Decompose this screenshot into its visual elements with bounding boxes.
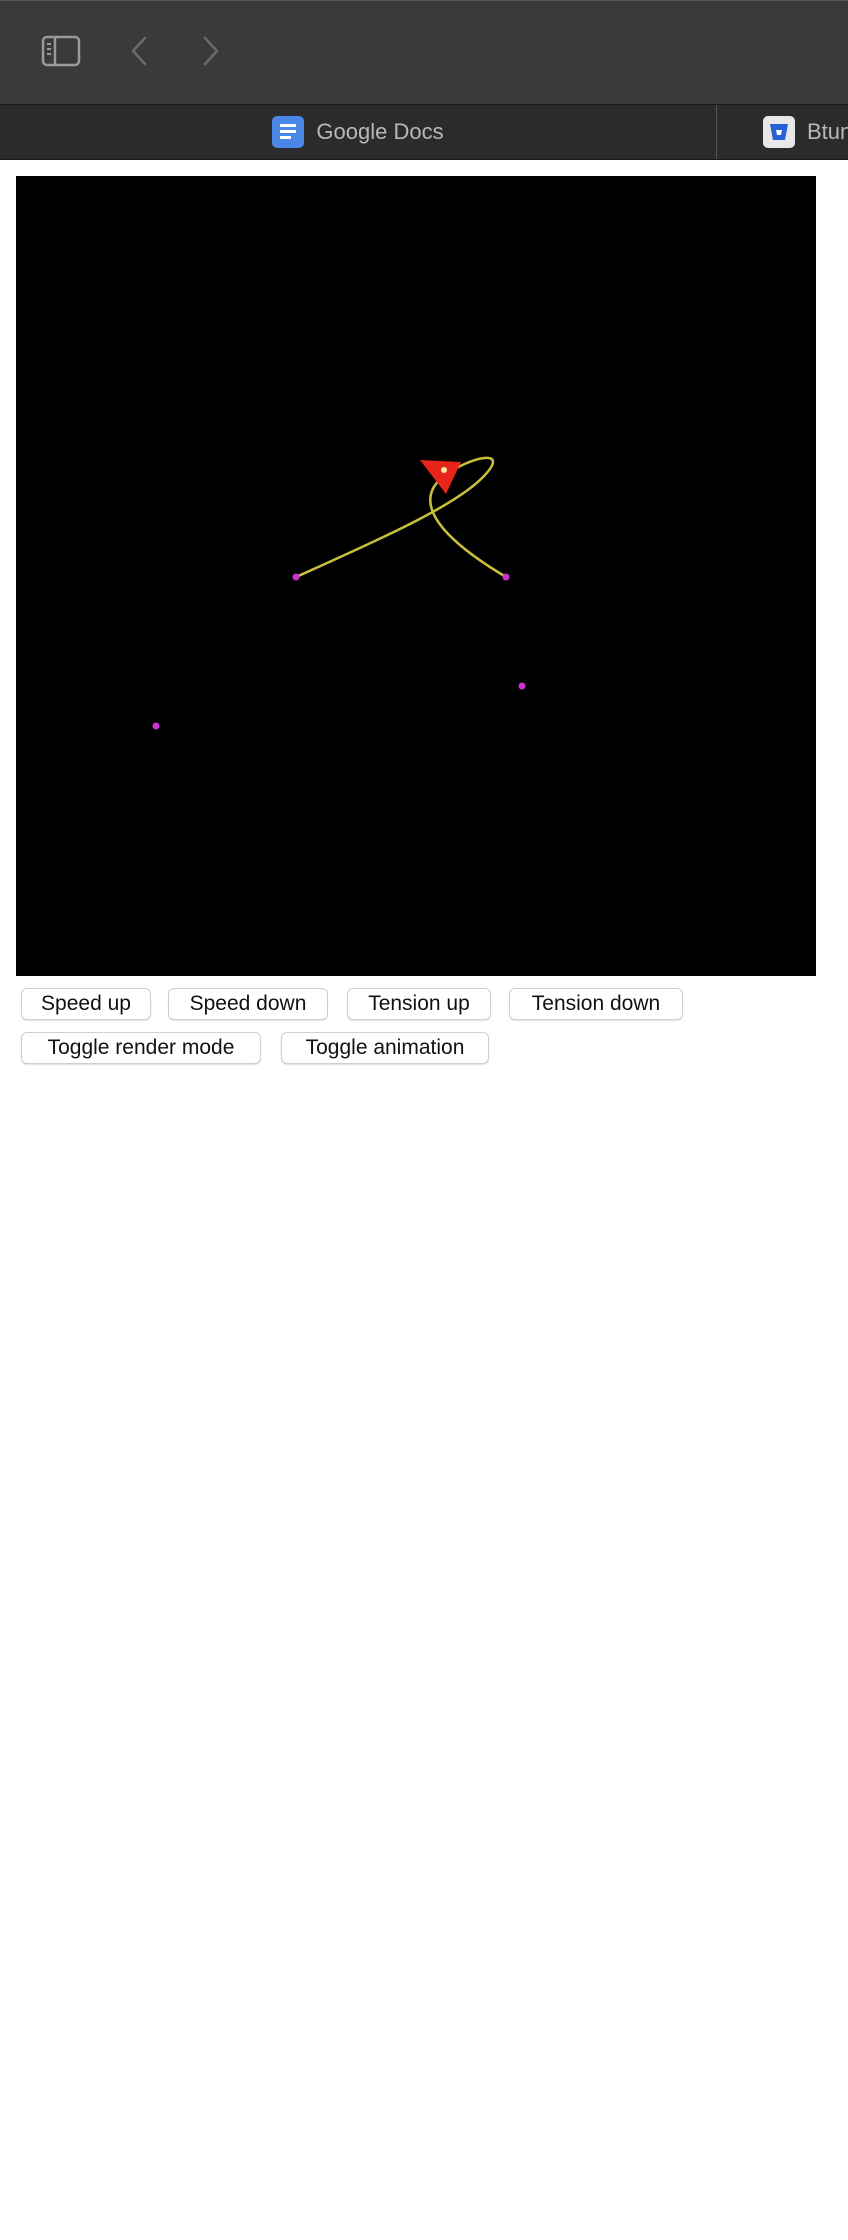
tab-bitbucket[interactable]: Btun [716, 105, 848, 159]
tab-label: Google Docs [316, 119, 444, 144]
tension-down-button[interactable]: Tension down [509, 988, 683, 1020]
chevron-right-icon [203, 36, 219, 66]
control-point[interactable] [518, 682, 526, 690]
sidebar-toggle-button[interactable] [37, 27, 85, 75]
speed-up-button[interactable]: Speed up [21, 988, 151, 1020]
curve-drawing [152, 456, 526, 730]
control-point[interactable] [152, 722, 160, 730]
tab-bar: Google Docs Btun [0, 104, 848, 160]
browser-toolbar [0, 0, 848, 104]
forward-button[interactable] [186, 27, 234, 75]
animation-canvas[interactable] [16, 176, 816, 976]
control-point[interactable] [292, 573, 300, 581]
bitbucket-icon [763, 116, 795, 148]
spline-curve [294, 456, 508, 579]
back-button[interactable] [116, 27, 164, 75]
toggle-animation-button[interactable]: Toggle animation [281, 1032, 489, 1064]
toggle-render-mode-button[interactable]: Toggle render mode [21, 1032, 261, 1064]
chevron-left-icon [131, 36, 147, 66]
marker-dot [441, 467, 447, 473]
page-content: Speed up Speed down Tension up Tension d… [0, 160, 848, 2240]
tension-up-button[interactable]: Tension up [347, 988, 491, 1020]
google-docs-icon [272, 116, 305, 148]
control-point[interactable] [502, 573, 510, 581]
tab-google-docs[interactable]: Google Docs [0, 105, 716, 159]
sidebar-icon [41, 35, 81, 67]
moving-marker [420, 460, 461, 494]
tab-label: Btun [807, 119, 848, 144]
speed-down-button[interactable]: Speed down [168, 988, 328, 1020]
